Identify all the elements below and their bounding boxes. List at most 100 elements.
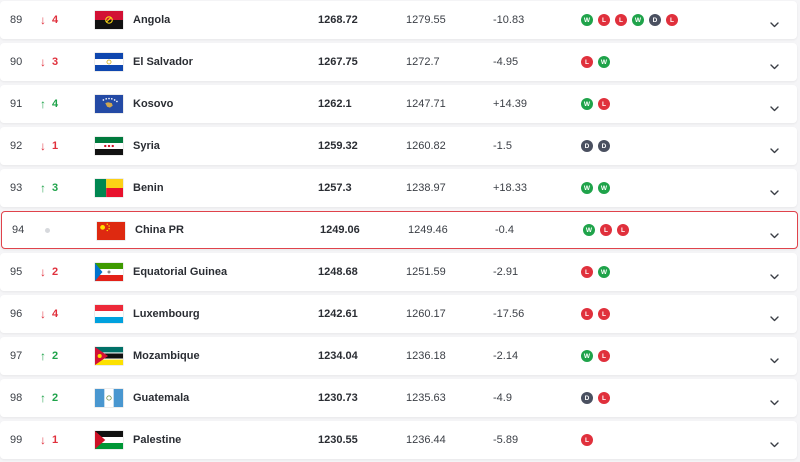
flag-mozambique-icon [95,347,123,365]
total-points: 1230.55 [318,434,358,446]
chevron-down-icon[interactable] [770,183,779,196]
rank-change: ↓ 3 [40,43,58,81]
form-badge-win: W [632,14,644,26]
country-name: Benin [133,182,164,194]
chevron-down-icon[interactable] [770,99,779,112]
rank-change: ↓ 1 [40,421,58,459]
rank-change-value: 4 [52,308,59,320]
total-points: 1248.68 [318,266,358,278]
arrow-down-icon: ↓ [40,433,46,447]
form-badge-loss: L [598,14,610,26]
recent-form: LL [581,295,610,333]
country-name: El Salvador [133,56,193,68]
chevron-down-icon[interactable] [770,309,779,322]
rank-change-value: 1 [52,140,59,152]
form-badge-win: W [581,182,593,194]
form-badge-loss: L [581,308,593,320]
chevron-down-icon[interactable] [770,393,779,406]
total-points: 1234.04 [318,350,358,362]
country-name: Kosovo [133,98,174,110]
table-row[interactable]: 95 ↓ 2 Equatorial Guinea 1248.68 1251.59 -2.91… [0,253,797,291]
points-difference: +18.33 [493,182,527,194]
form-badge-draw: D [598,140,610,152]
chevron-down-icon[interactable] [770,435,779,448]
form-badge-win: W [583,224,595,236]
rank-change: ↓ 4 [40,295,58,333]
form-badge-loss: L [581,266,593,278]
flag-el-salvador-icon [95,53,123,71]
table-row[interactable]: 90 ↓ 3 El Salvador 1267.75 1272.7 -4.95 L W [0,43,797,81]
points-difference: -17.56 [493,308,525,320]
table-row[interactable]: 89 ↓ 4 Angola 1268.72 1279.55 -10.83 W L L W D L [0,1,797,39]
table-row[interactable]: 99 ↓ 1 Palestine 1230.55 1236.44 -5.89 L [0,421,797,459]
chevron-down-icon[interactable] [770,351,779,364]
form-badge-loss: L [598,98,610,110]
flag-angola-icon [95,11,123,29]
form-badge-loss: L [581,434,593,446]
points-difference: -2.14 [493,350,519,362]
total-points: 1242.61 [318,308,358,320]
flag-palestine-icon [95,431,123,449]
form-badge-win: W [581,14,593,26]
arrow-up-icon: ↑ [40,181,46,195]
country-name: Mozambique [133,350,200,362]
arrow-down-icon: ↓ [40,55,46,69]
chevron-down-icon[interactable] [770,226,779,239]
points-difference: -4.95 [493,56,519,68]
rank-change: ↑ 3 [40,169,58,207]
form-badge-loss: L [598,350,610,362]
form-badge-loss: L [581,56,593,68]
table-row[interactable]: 91 ↑ 4 Kosovo 1262.1 1247.71 +14.39 W L [0,85,797,123]
form-badge-win: W [598,266,610,278]
rank-number: 93 [10,182,23,194]
previous-points: 1251.59 [406,266,446,278]
country-name: Angola [133,14,171,26]
rank-number: 99 [10,434,23,446]
chevron-down-icon[interactable] [770,267,779,280]
total-points: 1262.1 [318,98,352,110]
table-row[interactable]: 96 ↓ 4 Luxembourg 1242.61 1260.17 -17.56 L L [0,295,797,333]
recent-form: WLLWDL [581,1,678,39]
rank-change: ↑ 4 [40,85,58,123]
total-points: 1257.3 [318,182,352,194]
arrow-down-icon: ↓ [40,13,46,27]
total-points: 1267.75 [318,56,358,68]
table-row[interactable]: 97 ↑ 2 Mozambique 1234.04 1236.18 -2.14 W L [0,337,797,375]
recent-form: WW [581,169,610,207]
flag-syria-icon [95,137,123,155]
total-points: 1259.32 [318,140,358,152]
arrow-down-icon: ↓ [40,307,46,321]
rank-change-value: 3 [52,182,59,194]
country-name: Syria [133,140,160,152]
form-badge-win: W [581,350,593,362]
form-badge-draw: D [581,392,593,404]
previous-points: 1236.18 [406,350,446,362]
recent-form: DL [581,379,610,417]
flag-equatorial-guinea-icon [95,263,123,281]
points-difference: -4.9 [493,392,512,404]
rank-number: 91 [10,98,23,110]
chevron-down-icon[interactable] [770,141,779,154]
flag-benin-icon [95,179,123,197]
rank-change [42,212,50,248]
previous-points: 1279.55 [406,14,446,26]
rank-change-value: 1 [52,434,59,446]
arrow-down-icon: ↓ [40,139,46,153]
form-badge-loss: L [598,308,610,320]
table-row[interactable]: 92 ↓ 1 Syria 1259.32 1260.82 -1.5 D D [0,127,797,165]
rank-number: 90 [10,56,23,68]
total-points: 1249.06 [320,224,360,236]
flag-china-icon [97,222,125,240]
rank-number: 96 [10,308,23,320]
flag-luxembourg-icon [95,305,123,323]
chevron-down-icon[interactable] [770,15,779,28]
table-row[interactable]: 98 ↑ 2 Guatemala 1230.73 1235.63 -4.9 D L [0,379,797,417]
chevron-down-icon[interactable] [770,57,779,70]
table-row-highlighted[interactable]: 94 China PR 1249.06 1249.46 -0.4 W L L [1,211,798,249]
rank-number: 89 [10,14,23,26]
table-row[interactable]: 93 ↑ 3 Benin 1257.3 1238.97 +18.33 W W [0,169,797,207]
previous-points: 1238.97 [406,182,446,194]
points-difference: -5.89 [493,434,519,446]
form-badge-loss: L [617,224,629,236]
rank-change: ↓ 2 [40,253,58,291]
